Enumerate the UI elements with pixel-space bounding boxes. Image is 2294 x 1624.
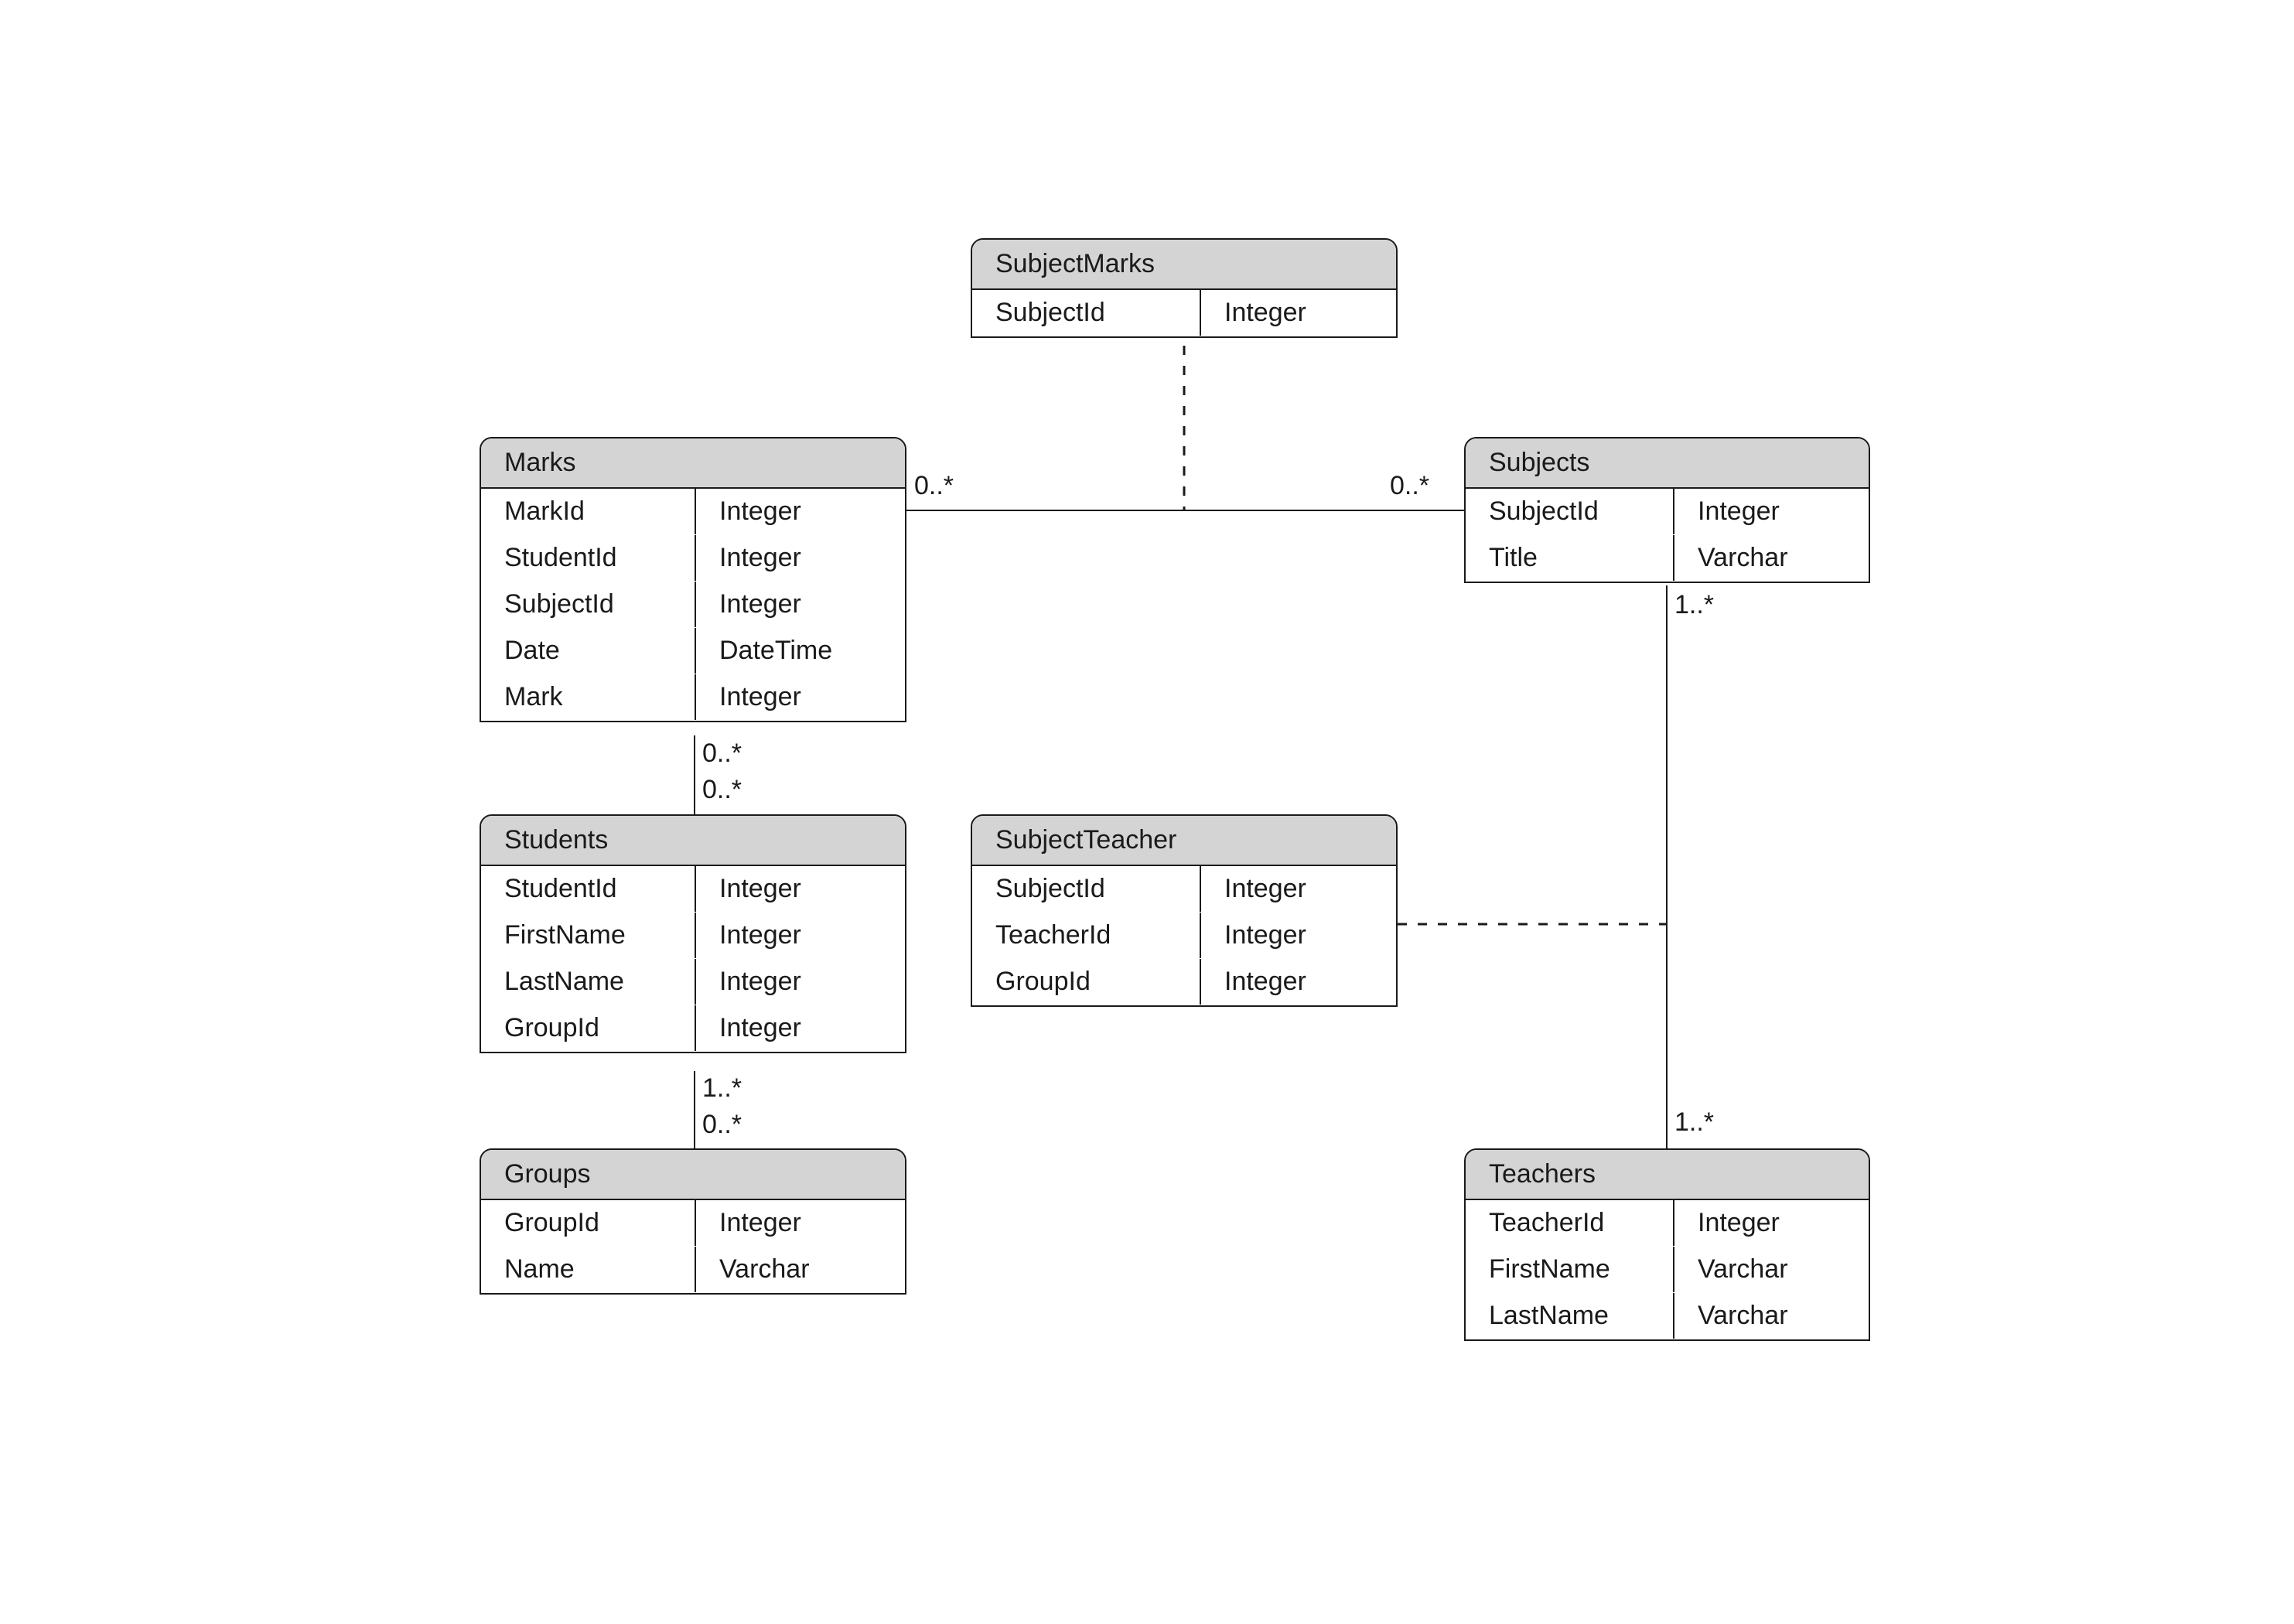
field-type: Integer <box>1201 959 1396 1005</box>
field-type: Integer <box>1674 1200 1869 1246</box>
field-type: Integer <box>696 913 905 958</box>
field-type: Integer <box>696 582 905 627</box>
field-type: Integer <box>696 1005 905 1051</box>
field-name: SubjectId <box>972 290 1201 336</box>
field-type: Integer <box>696 535 905 581</box>
field-name: StudentId <box>481 535 696 581</box>
entity-field-row: StudentIdInteger <box>481 866 905 913</box>
field-type: Integer <box>696 674 905 720</box>
multiplicity-label: 0..* <box>702 1110 742 1140</box>
entity-field-row: SubjectIdInteger <box>481 582 905 628</box>
entity-title: SubjectMarks <box>972 240 1396 290</box>
field-type: Integer <box>1201 866 1396 912</box>
field-name: Title <box>1466 535 1674 581</box>
field-type: Varchar <box>696 1247 905 1292</box>
field-name: LastName <box>481 959 696 1005</box>
field-name: SubjectId <box>481 582 696 627</box>
er-diagram-canvas: 0..* 0..* 1..* 1..* 0..* 0..* 1..* 0..* SubjectM… <box>0 0 2294 1624</box>
entity-marks[interactable]: MarksMarkIdIntegerStudentIdIntegerSubjec… <box>480 437 906 722</box>
entity-field-row: TitleVarchar <box>1466 535 1869 582</box>
entity-title: Groups <box>481 1150 905 1200</box>
field-type: DateTime <box>696 628 905 674</box>
multiplicity-label: 0..* <box>914 471 954 501</box>
entity-title: Students <box>481 816 905 866</box>
entity-field-row: MarkInteger <box>481 674 905 721</box>
field-name: SubjectId <box>1466 489 1674 534</box>
field-type: Integer <box>1201 290 1396 336</box>
field-name: GroupId <box>972 959 1201 1005</box>
field-name: Name <box>481 1247 696 1292</box>
field-type: Varchar <box>1674 1293 1869 1339</box>
entity-title: Subjects <box>1466 438 1869 489</box>
entity-field-row: GroupIdInteger <box>481 1200 905 1247</box>
field-type: Integer <box>696 866 905 912</box>
entity-field-row: NameVarchar <box>481 1247 905 1293</box>
entity-title: Marks <box>481 438 905 489</box>
field-name: TeacherId <box>1466 1200 1674 1246</box>
entity-groups[interactable]: GroupsGroupIdIntegerNameVarchar <box>480 1148 906 1295</box>
entity-teachers[interactable]: TeachersTeacherIdIntegerFirstNameVarchar… <box>1464 1148 1870 1341</box>
entity-field-row: SubjectIdInteger <box>1466 489 1869 535</box>
multiplicity-label: 0..* <box>702 775 742 805</box>
field-type: Integer <box>696 959 905 1005</box>
entity-field-row: MarkIdInteger <box>481 489 905 535</box>
entity-field-row: LastNameVarchar <box>1466 1293 1869 1339</box>
entity-field-row: GroupIdInteger <box>972 959 1396 1005</box>
field-name: LastName <box>1466 1293 1674 1339</box>
field-name: FirstName <box>481 913 696 958</box>
field-type: Varchar <box>1674 1247 1869 1292</box>
field-name: SubjectId <box>972 866 1201 912</box>
multiplicity-label: 0..* <box>702 739 742 769</box>
entity-students[interactable]: StudentsStudentIdIntegerFirstNameInteger… <box>480 814 906 1053</box>
field-type: Integer <box>696 489 905 534</box>
entity-subjects[interactable]: SubjectsSubjectIdIntegerTitleVarchar <box>1464 437 1870 583</box>
entity-field-row: StudentIdInteger <box>481 535 905 582</box>
entity-field-row: TeacherIdInteger <box>972 913 1396 959</box>
entity-field-row: FirstNameInteger <box>481 913 905 959</box>
field-name: GroupId <box>481 1200 696 1246</box>
field-type: Integer <box>696 1200 905 1246</box>
entity-field-row: GroupIdInteger <box>481 1005 905 1052</box>
field-name: Mark <box>481 674 696 720</box>
entity-field-row: FirstNameVarchar <box>1466 1247 1869 1293</box>
field-name: MarkId <box>481 489 696 534</box>
field-name: FirstName <box>1466 1247 1674 1292</box>
entity-field-row: DateDateTime <box>481 628 905 674</box>
field-type: Integer <box>1674 489 1869 534</box>
entity-title: Teachers <box>1466 1150 1869 1200</box>
field-type: Varchar <box>1674 535 1869 581</box>
multiplicity-label: 1..* <box>702 1073 742 1104</box>
field-name: Date <box>481 628 696 674</box>
entity-subjectmarks[interactable]: SubjectMarksSubjectIdInteger <box>971 238 1398 338</box>
field-name: StudentId <box>481 866 696 912</box>
field-name: GroupId <box>481 1005 696 1051</box>
entity-title: SubjectTeacher <box>972 816 1396 866</box>
field-name: TeacherId <box>972 913 1201 958</box>
multiplicity-label: 1..* <box>1674 590 1714 620</box>
entity-field-row: SubjectIdInteger <box>972 866 1396 913</box>
multiplicity-label: 1..* <box>1674 1107 1714 1138</box>
entity-field-row: LastNameInteger <box>481 959 905 1005</box>
multiplicity-label: 0..* <box>1390 471 1429 501</box>
entity-subjectteacher[interactable]: SubjectTeacherSubjectIdIntegerTeacherIdI… <box>971 814 1398 1007</box>
entity-field-row: TeacherIdInteger <box>1466 1200 1869 1247</box>
field-type: Integer <box>1201 913 1396 958</box>
entity-field-row: SubjectIdInteger <box>972 290 1396 336</box>
